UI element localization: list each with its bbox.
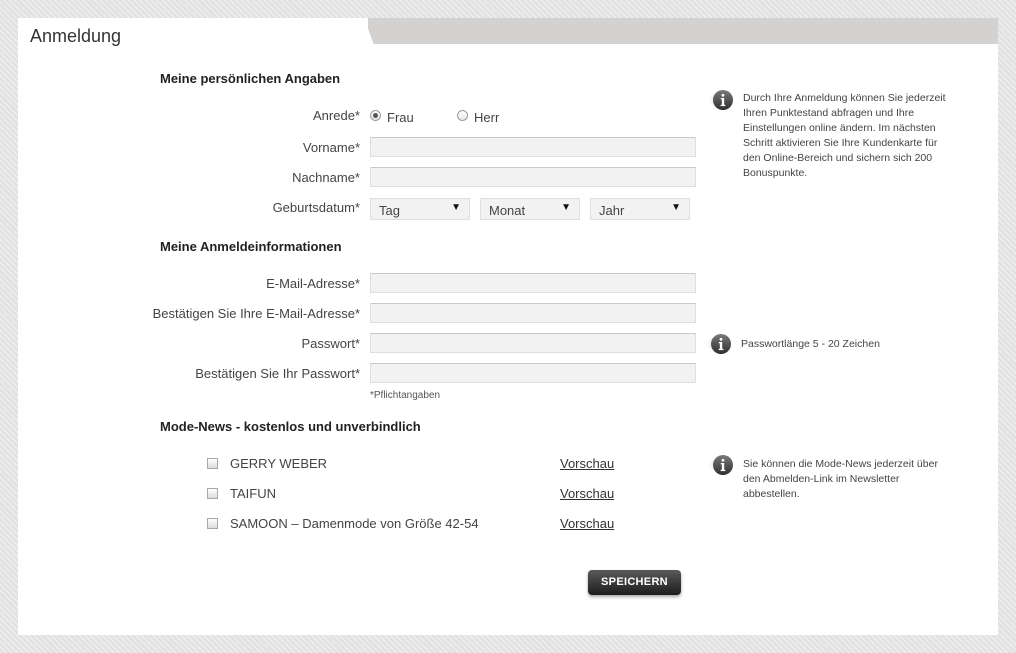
save-button[interactable]: SPEICHERN [588, 570, 681, 595]
page-title: Anmeldung [30, 26, 122, 46]
birthdate-label: Geburtsdatum* [272, 200, 360, 215]
day-select-value: Tag [379, 203, 400, 218]
email-confirm-input[interactable] [370, 303, 696, 323]
firstname-label: Vorname* [302, 140, 360, 155]
radio-herr-label[interactable]: Herr [474, 110, 499, 125]
newsletter-checkbox-samoon[interactable] [207, 518, 218, 529]
email-confirm-label: Bestätigen Sie Ihre E-Mail-Adresse* [152, 306, 360, 321]
header-band [365, 18, 998, 44]
birthdate-month-select[interactable]: Monat ▼ [480, 198, 580, 220]
preview-link[interactable]: Vorschau [560, 456, 614, 471]
password-confirm-label: Bestätigen Sie Ihr Passwort* [195, 366, 360, 381]
newsletter-label: GERRY WEBER [230, 456, 328, 471]
personal-section-heading: Meine persönlichen Angaben [160, 71, 341, 86]
info-icon [708, 89, 734, 111]
newsletter-checkbox-taifun[interactable] [207, 488, 218, 499]
newsletter-section-heading: Mode-News - kostenlos und unverbindlich [160, 419, 421, 434]
required-fields-note: *Pflichtangaben [370, 390, 441, 401]
firstname-input[interactable] [370, 137, 696, 157]
newsletter-checkbox-gerry-weber[interactable] [207, 458, 218, 469]
birthdate-year-select[interactable]: Jahr ▼ [590, 198, 690, 220]
salutation-label: Anrede* [313, 108, 360, 123]
email-input[interactable] [370, 273, 696, 293]
radio-frau[interactable] [370, 110, 381, 121]
newsletter-label: SAMOON – Damenmode von Größe 42-54 [230, 516, 479, 531]
month-select-value: Monat [489, 203, 526, 218]
password-confirm-input[interactable] [370, 363, 696, 383]
caret-down-icon: ▼ [671, 202, 681, 213]
lastname-input[interactable] [370, 167, 696, 187]
email-label: E-Mail-Adresse* [266, 276, 360, 291]
info-icon [706, 333, 732, 355]
password-info-text: Passwortlänge 5 - 20 Zeichen [741, 338, 880, 350]
year-select-value: Jahr [599, 203, 625, 218]
birthdate-day-select[interactable]: Tag ▼ [370, 198, 470, 220]
registration-info-text: Durch Ihre Anmeldung können Sie jederzei… [743, 92, 946, 179]
caret-down-icon: ▼ [451, 202, 461, 213]
lastname-label: Nachname* [292, 170, 360, 185]
password-label: Passwort* [301, 336, 360, 351]
info-icon [708, 454, 734, 476]
password-input[interactable] [370, 333, 696, 353]
radio-herr[interactable] [457, 110, 468, 121]
preview-link[interactable]: Vorschau [560, 486, 614, 501]
preview-link[interactable]: Vorschau [560, 516, 614, 531]
radio-frau-label[interactable]: Frau [387, 110, 414, 125]
login-section-heading: Meine Anmeldeinformationen [160, 239, 342, 254]
newsletter-label: TAIFUN [230, 486, 276, 501]
newsletter-info-text: Sie können die Mode-News jederzeit über … [743, 458, 938, 500]
caret-down-icon: ▼ [561, 202, 571, 213]
